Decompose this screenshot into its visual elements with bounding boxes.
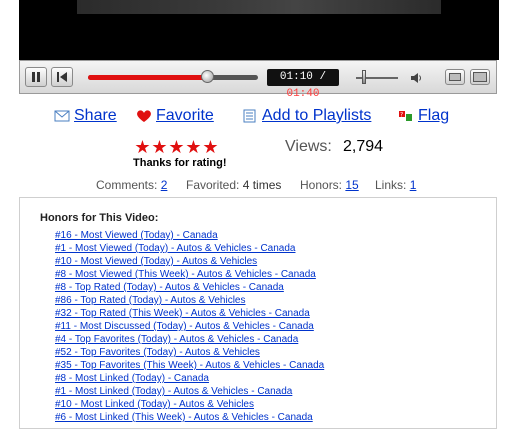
star-icon[interactable]: ★ (151, 138, 168, 156)
time-current: 01:10 (279, 71, 313, 83)
honor-link[interactable]: #6 - Most Linked (This Week) - Autos & V… (55, 411, 324, 424)
flag-link[interactable]: Flag (418, 107, 449, 125)
honor-link[interactable]: #8 - Most Linked (Today) - Canada (55, 372, 324, 385)
fullscreen-icon (473, 72, 487, 82)
honor-link[interactable]: #86 - Top Rated (Today) - Autos & Vehicl… (55, 294, 324, 307)
volume-icon[interactable] (410, 72, 422, 84)
envelope-icon (54, 110, 70, 122)
time-separator: / (312, 71, 327, 83)
normal-size-button[interactable] (445, 69, 465, 85)
honor-link[interactable]: #8 - Top Rated (Today) - Autos & Vehicle… (55, 281, 324, 294)
favorited-label: Favorited: (186, 178, 240, 192)
fullscreen-button[interactable] (470, 69, 490, 85)
favorite-action[interactable]: Favorite (136, 105, 214, 127)
share-action[interactable]: Share (54, 105, 117, 127)
progress-fill (88, 75, 207, 80)
star-icon[interactable]: ★ (134, 138, 151, 156)
time-display: 01:10 / 01:40 (267, 69, 339, 100)
honors-list: #16 - Most Viewed (Today) - Canada #1 - M… (55, 229, 324, 424)
favorited-stat: Favorited: 4 times (186, 178, 281, 192)
honor-link[interactable]: #10 - Most Linked (Today) - Autos & Vehi… (55, 398, 324, 411)
progress-scrubber[interactable] (201, 70, 214, 83)
links-label: Links: (375, 178, 407, 192)
playlist-icon (243, 109, 256, 123)
previous-button[interactable] (51, 67, 73, 87)
heart-icon (137, 110, 151, 122)
honor-link[interactable]: #32 - Top Rated (This Week) - Autos & Ve… (55, 307, 324, 320)
video-display[interactable] (19, 0, 499, 60)
favorite-link[interactable]: Favorite (156, 107, 214, 125)
honor-link[interactable]: #35 - Top Favorites (This Week) - Autos … (55, 359, 324, 372)
svg-text:?: ? (400, 112, 403, 119)
time-total: 01:40 (286, 88, 320, 100)
share-link[interactable]: Share (74, 107, 117, 125)
honors-label: Honors: (300, 178, 343, 192)
honor-link[interactable]: #11 - Most Discussed (Today) - Autos & V… (55, 320, 324, 333)
honor-link[interactable]: #4 - Top Favorites (Today) - Autos & Veh… (55, 333, 324, 346)
video-frame (77, 0, 441, 14)
comments-label: Comments: (96, 178, 158, 192)
honor-link[interactable]: #1 - Most Viewed (Today) - Autos & Vehic… (55, 242, 324, 255)
honor-link[interactable]: #52 - Top Favorites (Today) - Autos & Ve… (55, 346, 324, 359)
honors-title: Honors for This Video: (40, 212, 159, 224)
honor-link[interactable]: #1 - Most Linked (Today) - Autos & Vehic… (55, 385, 324, 398)
pause-button[interactable] (25, 67, 47, 87)
comments-stat: Comments: 2 (96, 178, 167, 192)
comments-count-link[interactable]: 2 (161, 178, 168, 192)
flag-icon: ? (399, 111, 412, 121)
honors-count-link[interactable]: 15 (345, 178, 358, 192)
honor-link[interactable]: #8 - Most Viewed (This Week) - Autos & V… (55, 268, 324, 281)
normal-size-icon (449, 73, 461, 81)
honor-link[interactable]: #16 - Most Viewed (Today) - Canada (55, 229, 324, 242)
links-count-link[interactable]: 1 (410, 178, 417, 192)
star-icon[interactable]: ★ (185, 138, 202, 156)
rating-thanks: Thanks for rating! (133, 157, 227, 169)
progress-bar[interactable] (88, 70, 258, 83)
honors-panel: Honors for This Video: #16 - Most Viewed… (19, 197, 497, 429)
honors-stat: Honors: 15 (300, 178, 359, 192)
views-count: 2,794 (343, 138, 384, 155)
add-to-playlists-action[interactable]: Add to Playlists (242, 105, 371, 127)
flag-action[interactable]: ? Flag (398, 105, 449, 127)
views-label: Views: (285, 138, 332, 155)
star-icon[interactable]: ★ (202, 138, 219, 156)
add-to-playlists-link[interactable]: Add to Playlists (262, 107, 371, 125)
links-stat: Links: 1 (375, 178, 416, 192)
star-icon[interactable]: ★ (168, 138, 185, 156)
rating-stars[interactable]: ★ ★ ★ ★ ★ (134, 138, 219, 156)
favorited-count: 4 times (242, 178, 282, 192)
honor-link[interactable]: #10 - Most Viewed (Today) - Autos & Vehi… (55, 255, 324, 268)
player-controls: 01:10 / 01:40 (19, 60, 497, 100)
volume-handle[interactable] (362, 70, 366, 84)
